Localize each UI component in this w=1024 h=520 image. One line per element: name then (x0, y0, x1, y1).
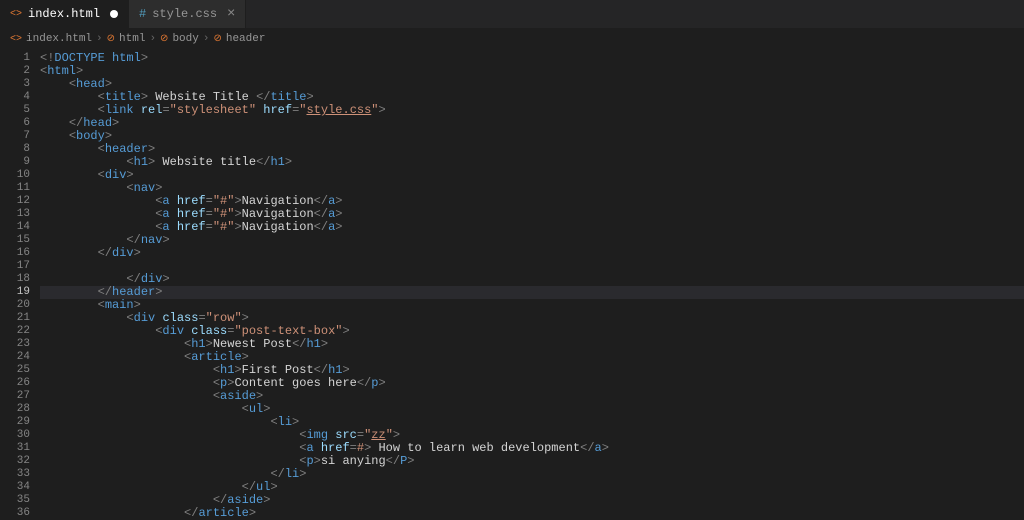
line-number: 18 (0, 273, 30, 286)
breadcrumb-item[interactable]: html (119, 33, 145, 45)
dirty-indicator-icon (110, 10, 118, 18)
code-line[interactable]: </header> (40, 286, 1024, 299)
code-line[interactable]: </div> (40, 247, 1024, 260)
tab-bar: <> index.html # style.css × (0, 0, 1024, 28)
line-number: 24 (0, 351, 30, 364)
line-number: 33 (0, 468, 30, 481)
line-number: 28 (0, 403, 30, 416)
gutter: 1234567891011121314151617181920212223242… (0, 50, 40, 519)
line-number: 22 (0, 325, 30, 338)
code-line[interactable]: <div> (40, 169, 1024, 182)
tab-label: style.css (152, 7, 217, 21)
line-number: 19 (0, 286, 30, 299)
line-number: 13 (0, 208, 30, 221)
line-number: 6 (0, 117, 30, 130)
editor[interactable]: 1234567891011121314151617181920212223242… (0, 50, 1024, 519)
line-number: 11 (0, 182, 30, 195)
code-line[interactable]: </div> (40, 273, 1024, 286)
line-number: 32 (0, 455, 30, 468)
line-number: 36 (0, 507, 30, 520)
line-number: 26 (0, 377, 30, 390)
line-number: 31 (0, 442, 30, 455)
tag-icon: ⊘ (160, 33, 168, 45)
line-number: 4 (0, 91, 30, 104)
line-number: 20 (0, 299, 30, 312)
code-area[interactable]: <!DOCTYPE html><html> <head> <title> Web… (40, 50, 1024, 519)
chevron-right-icon: › (149, 33, 156, 45)
line-number: 7 (0, 130, 30, 143)
line-number: 1 (0, 52, 30, 65)
tag-icon: ⊘ (107, 33, 115, 45)
code-line[interactable] (40, 260, 1024, 273)
line-number: 2 (0, 65, 30, 78)
chevron-right-icon: › (96, 33, 103, 45)
line-number: 29 (0, 416, 30, 429)
line-number: 23 (0, 338, 30, 351)
line-number: 3 (0, 78, 30, 91)
line-number: 8 (0, 143, 30, 156)
code-line[interactable]: <h1> Website title</h1> (40, 156, 1024, 169)
breadcrumb-item[interactable]: index.html (26, 33, 92, 45)
close-icon[interactable]: × (227, 6, 235, 22)
code-line[interactable]: </article> (40, 507, 1024, 520)
line-number: 10 (0, 169, 30, 182)
tab-style-css[interactable]: # style.css × (129, 0, 246, 28)
line-number: 25 (0, 364, 30, 377)
tag-icon: ⊘ (213, 33, 221, 45)
code-line[interactable]: <body> (40, 130, 1024, 143)
tab-index-html[interactable]: <> index.html (0, 0, 129, 28)
breadcrumb-item[interactable]: body (172, 33, 198, 45)
line-number: 27 (0, 390, 30, 403)
line-number: 14 (0, 221, 30, 234)
line-number: 15 (0, 234, 30, 247)
line-number: 12 (0, 195, 30, 208)
line-number: 21 (0, 312, 30, 325)
html-file-icon: <> (10, 34, 22, 45)
code-line[interactable]: </nav> (40, 234, 1024, 247)
line-number: 5 (0, 104, 30, 117)
line-number: 30 (0, 429, 30, 442)
line-number: 34 (0, 481, 30, 494)
line-number: 17 (0, 260, 30, 273)
tab-label: index.html (28, 7, 100, 21)
breadcrumb-item[interactable]: header (226, 33, 266, 45)
code-line[interactable]: <link rel="stylesheet" href="style.css"> (40, 104, 1024, 117)
breadcrumb: <> index.html›⊘ html›⊘ body›⊘ header (0, 28, 1024, 50)
line-number: 16 (0, 247, 30, 260)
code-line[interactable]: <a href="#">Navigation</a> (40, 221, 1024, 234)
line-number: 9 (0, 156, 30, 169)
code-line[interactable]: </head> (40, 117, 1024, 130)
code-line[interactable]: <html> (40, 65, 1024, 78)
css-icon: # (139, 7, 146, 21)
line-number: 35 (0, 494, 30, 507)
html-icon: <> (10, 9, 22, 20)
chevron-right-icon: › (203, 33, 210, 45)
code-line[interactable]: <!DOCTYPE html> (40, 52, 1024, 65)
